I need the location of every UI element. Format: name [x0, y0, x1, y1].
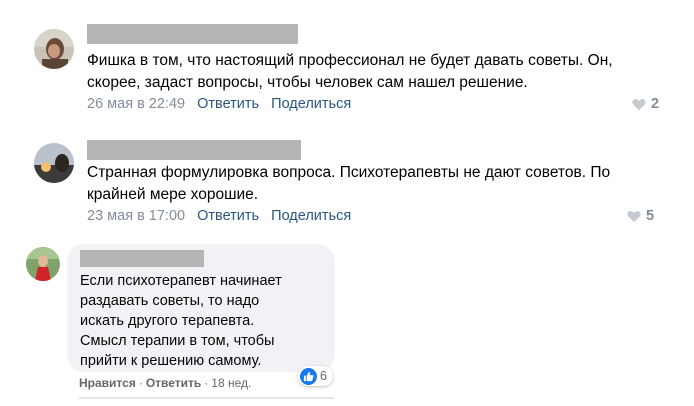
avatar-photo-icon — [26, 247, 60, 281]
comment-date[interactable]: 23 мая в 17:00 — [87, 208, 185, 224]
separator: · — [138, 376, 143, 390]
like-button[interactable]: Нравится — [79, 376, 136, 390]
avatar[interactable] — [26, 247, 60, 281]
like-button[interactable]: 2 — [632, 96, 659, 112]
avatar-photo-icon — [34, 29, 74, 69]
comment-text-line: прийти к решению самому. — [80, 353, 262, 369]
heart-icon — [632, 98, 646, 110]
divider — [79, 397, 334, 399]
author-name-redacted[interactable] — [87, 24, 298, 44]
comment-text-line: искать другого терапевта. — [80, 313, 255, 329]
thumbs-up-icon — [300, 367, 317, 385]
reply-button[interactable]: Ответить — [146, 376, 201, 390]
reaction-count: 6 — [320, 369, 327, 383]
comment-text-line: Странная формулировка вопроса. Психотера… — [87, 164, 611, 181]
comment-date[interactable]: 26 мая в 22:49 — [87, 96, 185, 112]
comment-text-line: раздавать советы, то надо — [80, 293, 260, 309]
comment-text: Странная формулировка вопроса. Психотера… — [87, 162, 610, 206]
comment-text: Если психотерапевт начинает раздавать со… — [80, 271, 320, 371]
share-button[interactable]: Поделиться — [271, 96, 351, 112]
comment-meta: 26 мая в 22:49 Ответить Поделиться — [87, 96, 351, 112]
avatar-photo-icon — [34, 143, 74, 183]
comment-text-line: скорее, задаст вопросы, чтобы человек са… — [87, 74, 528, 91]
author-name-redacted[interactable] — [80, 250, 204, 267]
reply-button[interactable]: Ответить — [197, 208, 259, 224]
author-name-redacted[interactable] — [87, 140, 301, 160]
comment-time[interactable]: 18 нед. — [211, 376, 251, 390]
separator: · — [204, 376, 209, 390]
comment-text-line: Если психотерапевт начинает — [80, 273, 282, 289]
like-button[interactable]: 5 — [627, 208, 654, 224]
avatar[interactable] — [34, 29, 74, 69]
comment-meta: 23 мая в 17:00 Ответить Поделиться — [87, 208, 351, 224]
comment-text: Фишка в том, что настоящий профессионал … — [87, 50, 613, 94]
heart-icon — [627, 210, 641, 222]
comment-text-line: крайней мере хорошие. — [87, 186, 259, 203]
like-count: 2 — [651, 96, 660, 112]
comment-text-line: Смысл терапии в том, чтобы — [80, 333, 275, 349]
reaction-summary[interactable]: 6 — [298, 366, 333, 386]
share-button[interactable]: Поделиться — [271, 208, 351, 224]
avatar[interactable] — [34, 143, 74, 183]
comment-actions: Нравится · Ответить · 18 нед. — [79, 376, 251, 390]
like-count: 5 — [646, 208, 655, 224]
comment-text-line: Фишка в том, что настоящий профессионал … — [87, 52, 613, 69]
reply-button[interactable]: Ответить — [197, 96, 259, 112]
